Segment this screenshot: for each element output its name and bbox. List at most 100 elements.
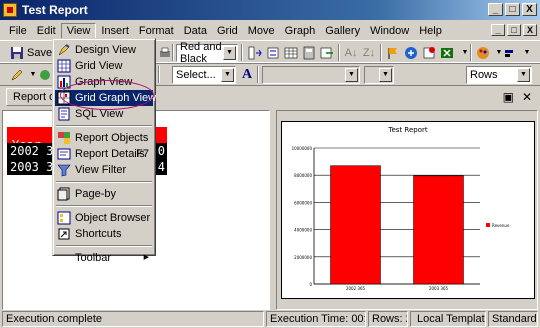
bar (413, 175, 464, 285)
menu-item-label: Page-by (75, 188, 116, 200)
child-minimize-button[interactable]: _ (491, 24, 505, 36)
menu-item-label: View Filter (75, 164, 127, 176)
minimize-button[interactable]: _ (488, 3, 503, 16)
view-menu-dropdown: Design View Grid View Graph View Grid Graph… (52, 38, 157, 264)
menu-item-graph-view[interactable]: Graph View (55, 74, 153, 90)
chevron-down-icon[interactable]: ▼ (518, 44, 536, 61)
menu-separator (56, 122, 152, 130)
bar (330, 165, 381, 285)
menu-item-label: SQL View (75, 108, 124, 120)
grid-view-icon (57, 59, 71, 73)
x-tick-label: 2003 365 (429, 286, 449, 291)
x-tick-label: 2002 365 (346, 286, 366, 291)
menu-item-label: Design View (75, 44, 136, 56)
legend-label: Revenue (492, 223, 510, 228)
template-status: Local Template (410, 311, 486, 327)
add-icon[interactable] (402, 44, 420, 61)
bar-chart: 0 2000000 4000000 6000000 8000000 10000000 200… (292, 146, 510, 291)
menu-item-report-details[interactable]: Report Details F7 (55, 146, 153, 162)
execution-time: Execution Time: 00:00:47 (266, 311, 366, 327)
graph-card[interactable]: Test Report 0 2000000 4000000 6000000 800000… (281, 121, 535, 299)
sort-ascending-icon[interactable]: A↓ (342, 44, 360, 61)
menu-file[interactable]: File (4, 23, 32, 39)
menu-edit[interactable]: Edit (32, 23, 61, 39)
menu-help[interactable]: Help (414, 23, 447, 39)
menu-item-grid-graph-view[interactable]: Grid Graph View (55, 90, 157, 106)
menu-item-shortcuts[interactable]: Shortcuts (55, 226, 153, 242)
menu-item-design-view[interactable]: Design View (55, 42, 153, 58)
menu-grid[interactable]: Grid (212, 23, 243, 39)
menu-item-sql-view[interactable]: SQL View (55, 106, 153, 122)
maximize-button[interactable]: □ (505, 3, 520, 16)
view-filter-icon (57, 163, 71, 177)
object-browser-icon (57, 211, 71, 225)
menu-item-view-filter[interactable]: View Filter (55, 162, 153, 178)
menu-shortcut: F7 (136, 148, 149, 160)
report-objects-icon (57, 131, 71, 145)
menu-item-grid-view[interactable]: Grid View (55, 58, 153, 74)
export-icon[interactable] (318, 44, 336, 61)
grid-graph-view-icon (57, 91, 71, 105)
y-tick-label: 6000000 (294, 200, 312, 205)
close-icon[interactable]: ✕ (522, 90, 532, 104)
app-icon (3, 3, 17, 17)
page-by-icon (57, 187, 71, 201)
menu-item-label: Shortcuts (75, 228, 122, 240)
menu-insert[interactable]: Insert (96, 23, 134, 39)
graph-pane: Test Report 0 2000000 4000000 6000000 800000… (276, 110, 538, 310)
value-cell: 0 (157, 144, 165, 158)
chevron-down-icon: ▼ (223, 46, 236, 60)
menu-graph[interactable]: Graph (280, 23, 321, 39)
menu-item-object-browser[interactable]: Object Browser (55, 210, 153, 226)
row-count: Rows: 2 (368, 311, 408, 327)
sort-descending-icon[interactable]: Z↓ (360, 44, 378, 61)
title-bar: Test Report _ □ X (0, 0, 540, 20)
pivot-icon[interactable] (246, 44, 264, 61)
grid-icon[interactable] (282, 44, 300, 61)
menu-view[interactable]: View (60, 23, 97, 39)
design-view-icon (57, 43, 71, 57)
menu-item-toolbar[interactable]: Toolbar ▶ (55, 250, 153, 266)
menu-item-label: Grid Graph View (75, 92, 157, 104)
status-message: Execution complete (2, 311, 264, 327)
value-cell: 4 (157, 160, 165, 174)
font-icon[interactable]: A (238, 66, 256, 83)
close-pane-icon[interactable]: ▣ (503, 90, 514, 104)
menu-item-page-by[interactable]: Page-by (55, 186, 153, 202)
object-select-combo[interactable]: Select... ▼ (172, 66, 236, 84)
chevron-down-icon: ▼ (345, 68, 358, 82)
menu-format[interactable]: Format (134, 23, 179, 39)
window-title: Test Report (22, 3, 88, 17)
graph-view-icon (57, 75, 71, 89)
mode-status: Standard (488, 311, 538, 327)
rows-combo[interactable]: Rows ▼ (466, 66, 532, 84)
menu-separator (56, 178, 152, 186)
calculator-icon[interactable] (300, 44, 318, 61)
menu-separator (56, 202, 152, 210)
child-restore-button[interactable]: □ (507, 24, 521, 36)
legend-swatch (486, 223, 490, 227)
threshold-icon[interactable] (384, 44, 402, 61)
menu-item-label: Grid View (75, 60, 123, 72)
excel-export-icon[interactable] (438, 44, 456, 61)
swap-icon[interactable] (264, 44, 282, 61)
properties-icon[interactable] (420, 44, 438, 61)
menu-item-report-objects[interactable]: Report Objects (55, 130, 153, 146)
save-icon (11, 46, 23, 59)
menu-window[interactable]: Window (365, 23, 414, 39)
chart-title: Test Report (388, 126, 428, 134)
chevron-down-icon: ▼ (379, 68, 392, 82)
menu-item-label: Object Browser (75, 212, 151, 224)
menu-data[interactable]: Data (179, 23, 212, 39)
autostyle-combo[interactable]: Red and Black ▼ (176, 41, 238, 65)
menu-move[interactable]: Move (243, 23, 280, 39)
y-tick-label: 8000000 (294, 173, 312, 178)
menu-gallery[interactable]: Gallery (320, 23, 365, 39)
close-button[interactable]: X (522, 3, 537, 16)
menu-separator (56, 242, 152, 250)
chevron-down-icon: ▼ (517, 68, 530, 82)
sql-view-icon (57, 107, 71, 121)
menu-item-label: Report Objects (75, 132, 149, 144)
submenu-arrow-icon: ▶ (143, 254, 149, 261)
child-close-button[interactable]: X (523, 24, 537, 36)
